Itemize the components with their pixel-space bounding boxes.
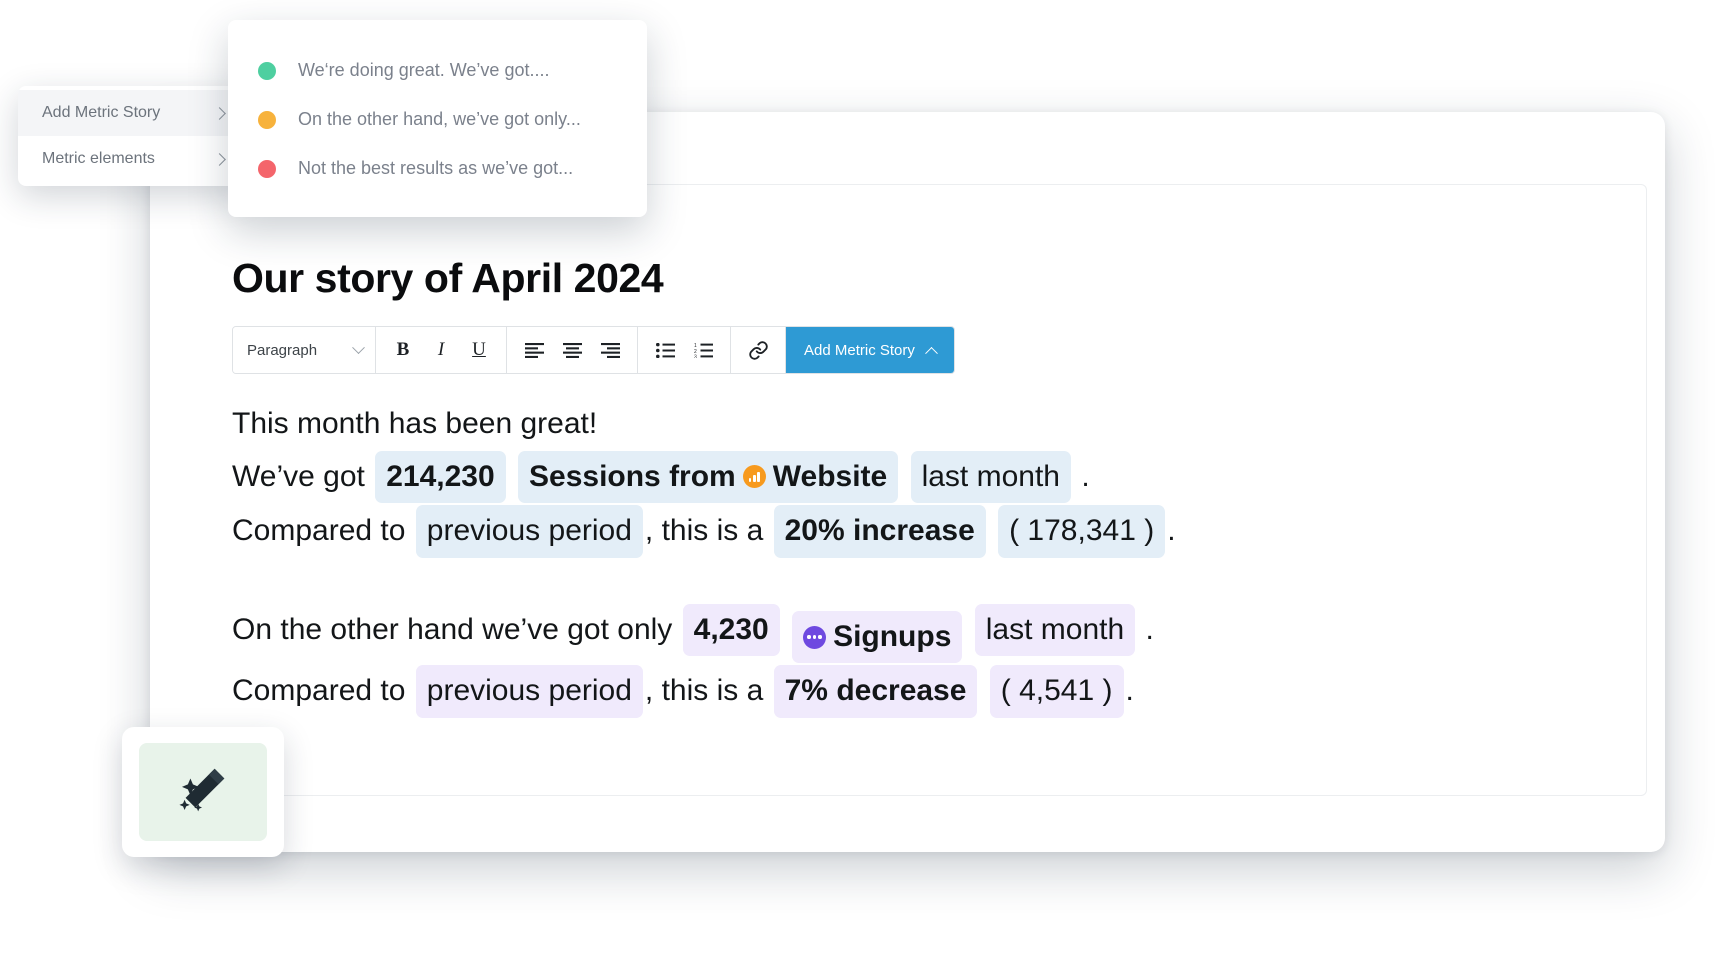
compare-period-label-1: previous period (426, 514, 632, 548)
align-left-icon (524, 342, 544, 358)
bullet-list-button[interactable] (646, 327, 684, 373)
source-name-website: Website (772, 459, 888, 493)
story-suggestion-item-neutral[interactable]: On the other hand, we’ve got only... (228, 95, 647, 144)
magic-wand-icon (179, 768, 225, 812)
document-content: Our story of April 2024 Paragraph B I U … (150, 185, 1646, 718)
chevron-right-icon (213, 106, 226, 120)
story-suggestion-label-1: On the other hand, we’ve got only... (298, 109, 581, 129)
metric-source-chip-signups[interactable]: Signups (792, 610, 963, 664)
underline-icon: U (472, 339, 486, 360)
story-suggestion-item-negative[interactable]: Not the best results as we’ve got... (228, 144, 647, 193)
change-label-increase: 20% increase (784, 514, 975, 548)
toolbar-group-link (731, 327, 786, 373)
status-dot-red (258, 159, 276, 178)
magic-wand-card[interactable] (122, 727, 284, 857)
metric-source-chip-website[interactable]: Sessions from Website (518, 450, 899, 504)
align-left-button[interactable] (515, 327, 553, 373)
chevron-down-icon (352, 340, 365, 354)
compare-period-chip-1[interactable]: previous period (415, 505, 643, 558)
toolbar-group-paragraph: Paragraph (233, 327, 376, 373)
line5-suffix: . (1125, 674, 1134, 708)
story-line-1: This month has been great! (232, 407, 598, 440)
sidebar-menu: Add Metric Story Metric elements (18, 86, 246, 186)
line3-suffix: . (1167, 514, 1176, 548)
period-label-2: last month (985, 612, 1125, 646)
change-label-decrease: 7% decrease (784, 674, 967, 708)
metric-value-sessions: 214,230 (386, 459, 495, 493)
sidebar-item-label-1: Metric elements (42, 150, 155, 167)
story-suggestion-label-0: We‘re doing great. We’ve got.... (298, 60, 550, 80)
story-line-3: Compared to previous period , this is a … (232, 505, 1606, 558)
story-line-4: On the other hand we’ve got only 4,230 S… (232, 603, 1606, 664)
toolbar-group-align (507, 327, 638, 373)
magic-wand-card-inner (139, 743, 267, 841)
period-chip-last-month-1[interactable]: last month (910, 450, 1071, 504)
bullet-list-icon (655, 342, 675, 358)
compare-period-chip-2[interactable]: previous period (415, 665, 643, 718)
toolbar-group-lists: 1 2 3 (638, 327, 731, 373)
bold-icon: B (396, 339, 410, 360)
editor-toolbar: Paragraph B I U 1 2 3 Add Metric Story (232, 326, 955, 374)
bar-chart-icon (742, 465, 766, 489)
numbered-list-icon: 1 2 3 (694, 343, 713, 358)
status-dot-green (258, 61, 276, 80)
italic-icon: I (437, 339, 445, 360)
metric-value-chip-sessions[interactable]: 214,230 (375, 450, 506, 504)
story-suggestion-item-positive[interactable]: We‘re doing great. We’ve got.... (228, 46, 647, 95)
chevron-right-icon (213, 152, 226, 166)
dots-circle-icon (803, 625, 827, 649)
chevron-up-icon (925, 346, 938, 360)
story-line-2: We’ve got 214,230 Sessions from Website … (232, 450, 1606, 504)
document-surface: Our story of April 2024 Paragraph B I U … (150, 184, 1647, 796)
metric-name-sessions: Sessions from (529, 459, 736, 493)
previous-value-label-1: ( 178,341 ) (1009, 514, 1155, 548)
svg-text:3: 3 (694, 354, 697, 358)
align-center-button[interactable] (553, 327, 591, 373)
line3-middle: , this is a (644, 514, 764, 548)
line4-prefix: On the other hand we’ve got only (232, 612, 673, 646)
line5-middle: , this is a (644, 674, 764, 708)
compare-period-label-2: previous period (426, 674, 632, 708)
period-label-1: last month (921, 459, 1060, 493)
link-icon (748, 340, 768, 360)
previous-value-label-2: ( 4,541 ) (1000, 674, 1113, 708)
underline-button[interactable]: U (460, 327, 498, 373)
add-metric-story-label: Add Metric Story (804, 341, 915, 359)
line2-prefix: We’ve got (232, 459, 365, 493)
align-right-button[interactable] (591, 327, 629, 373)
page-title: Our story of April 2024 (232, 255, 664, 301)
metric-value-signups: 4,230 (693, 612, 769, 646)
numbered-list-button[interactable]: 1 2 3 (684, 327, 722, 373)
line2-suffix: . (1081, 459, 1090, 493)
align-right-icon (600, 342, 620, 358)
change-chip-decrease[interactable]: 7% decrease (773, 665, 978, 718)
toolbar-group-format: B I U (376, 327, 507, 373)
align-center-icon (562, 342, 582, 358)
line3-prefix: Compared to (232, 514, 406, 548)
story-line-5: Compared to previous period , this is a … (232, 665, 1606, 718)
bold-button[interactable]: B (384, 327, 422, 373)
paragraph-style-label: Paragraph (247, 341, 318, 359)
line4-suffix: . (1145, 612, 1154, 646)
story-suggestion-label-2: Not the best results as we’ve got... (298, 158, 574, 178)
add-metric-story-button[interactable]: Add Metric Story (786, 327, 954, 373)
previous-value-chip-1[interactable]: ( 178,341 ) (998, 505, 1166, 558)
status-dot-orange (258, 110, 276, 129)
link-button[interactable] (739, 327, 777, 373)
editor-window: Our story of April 2024 Paragraph B I U … (144, 106, 1671, 858)
sidebar-item-metric-elements[interactable]: Metric elements (18, 136, 246, 182)
source-name-signups: Signups (833, 619, 952, 653)
line5-prefix: Compared to (232, 674, 406, 708)
previous-value-chip-2[interactable]: ( 4,541 ) (989, 665, 1124, 718)
change-chip-increase[interactable]: 20% increase (773, 505, 986, 558)
sidebar-item-add-metric-story[interactable]: Add Metric Story (18, 90, 246, 136)
story-suggestion-dropdown: We‘re doing great. We’ve got.... On the … (228, 20, 647, 217)
paragraph-style-select[interactable]: Paragraph (233, 327, 375, 373)
sidebar-item-label-0: Add Metric Story (42, 104, 161, 121)
period-chip-last-month-2[interactable]: last month (974, 603, 1136, 657)
italic-button[interactable]: I (422, 327, 460, 373)
metric-value-chip-signups[interactable]: 4,230 (682, 603, 780, 657)
